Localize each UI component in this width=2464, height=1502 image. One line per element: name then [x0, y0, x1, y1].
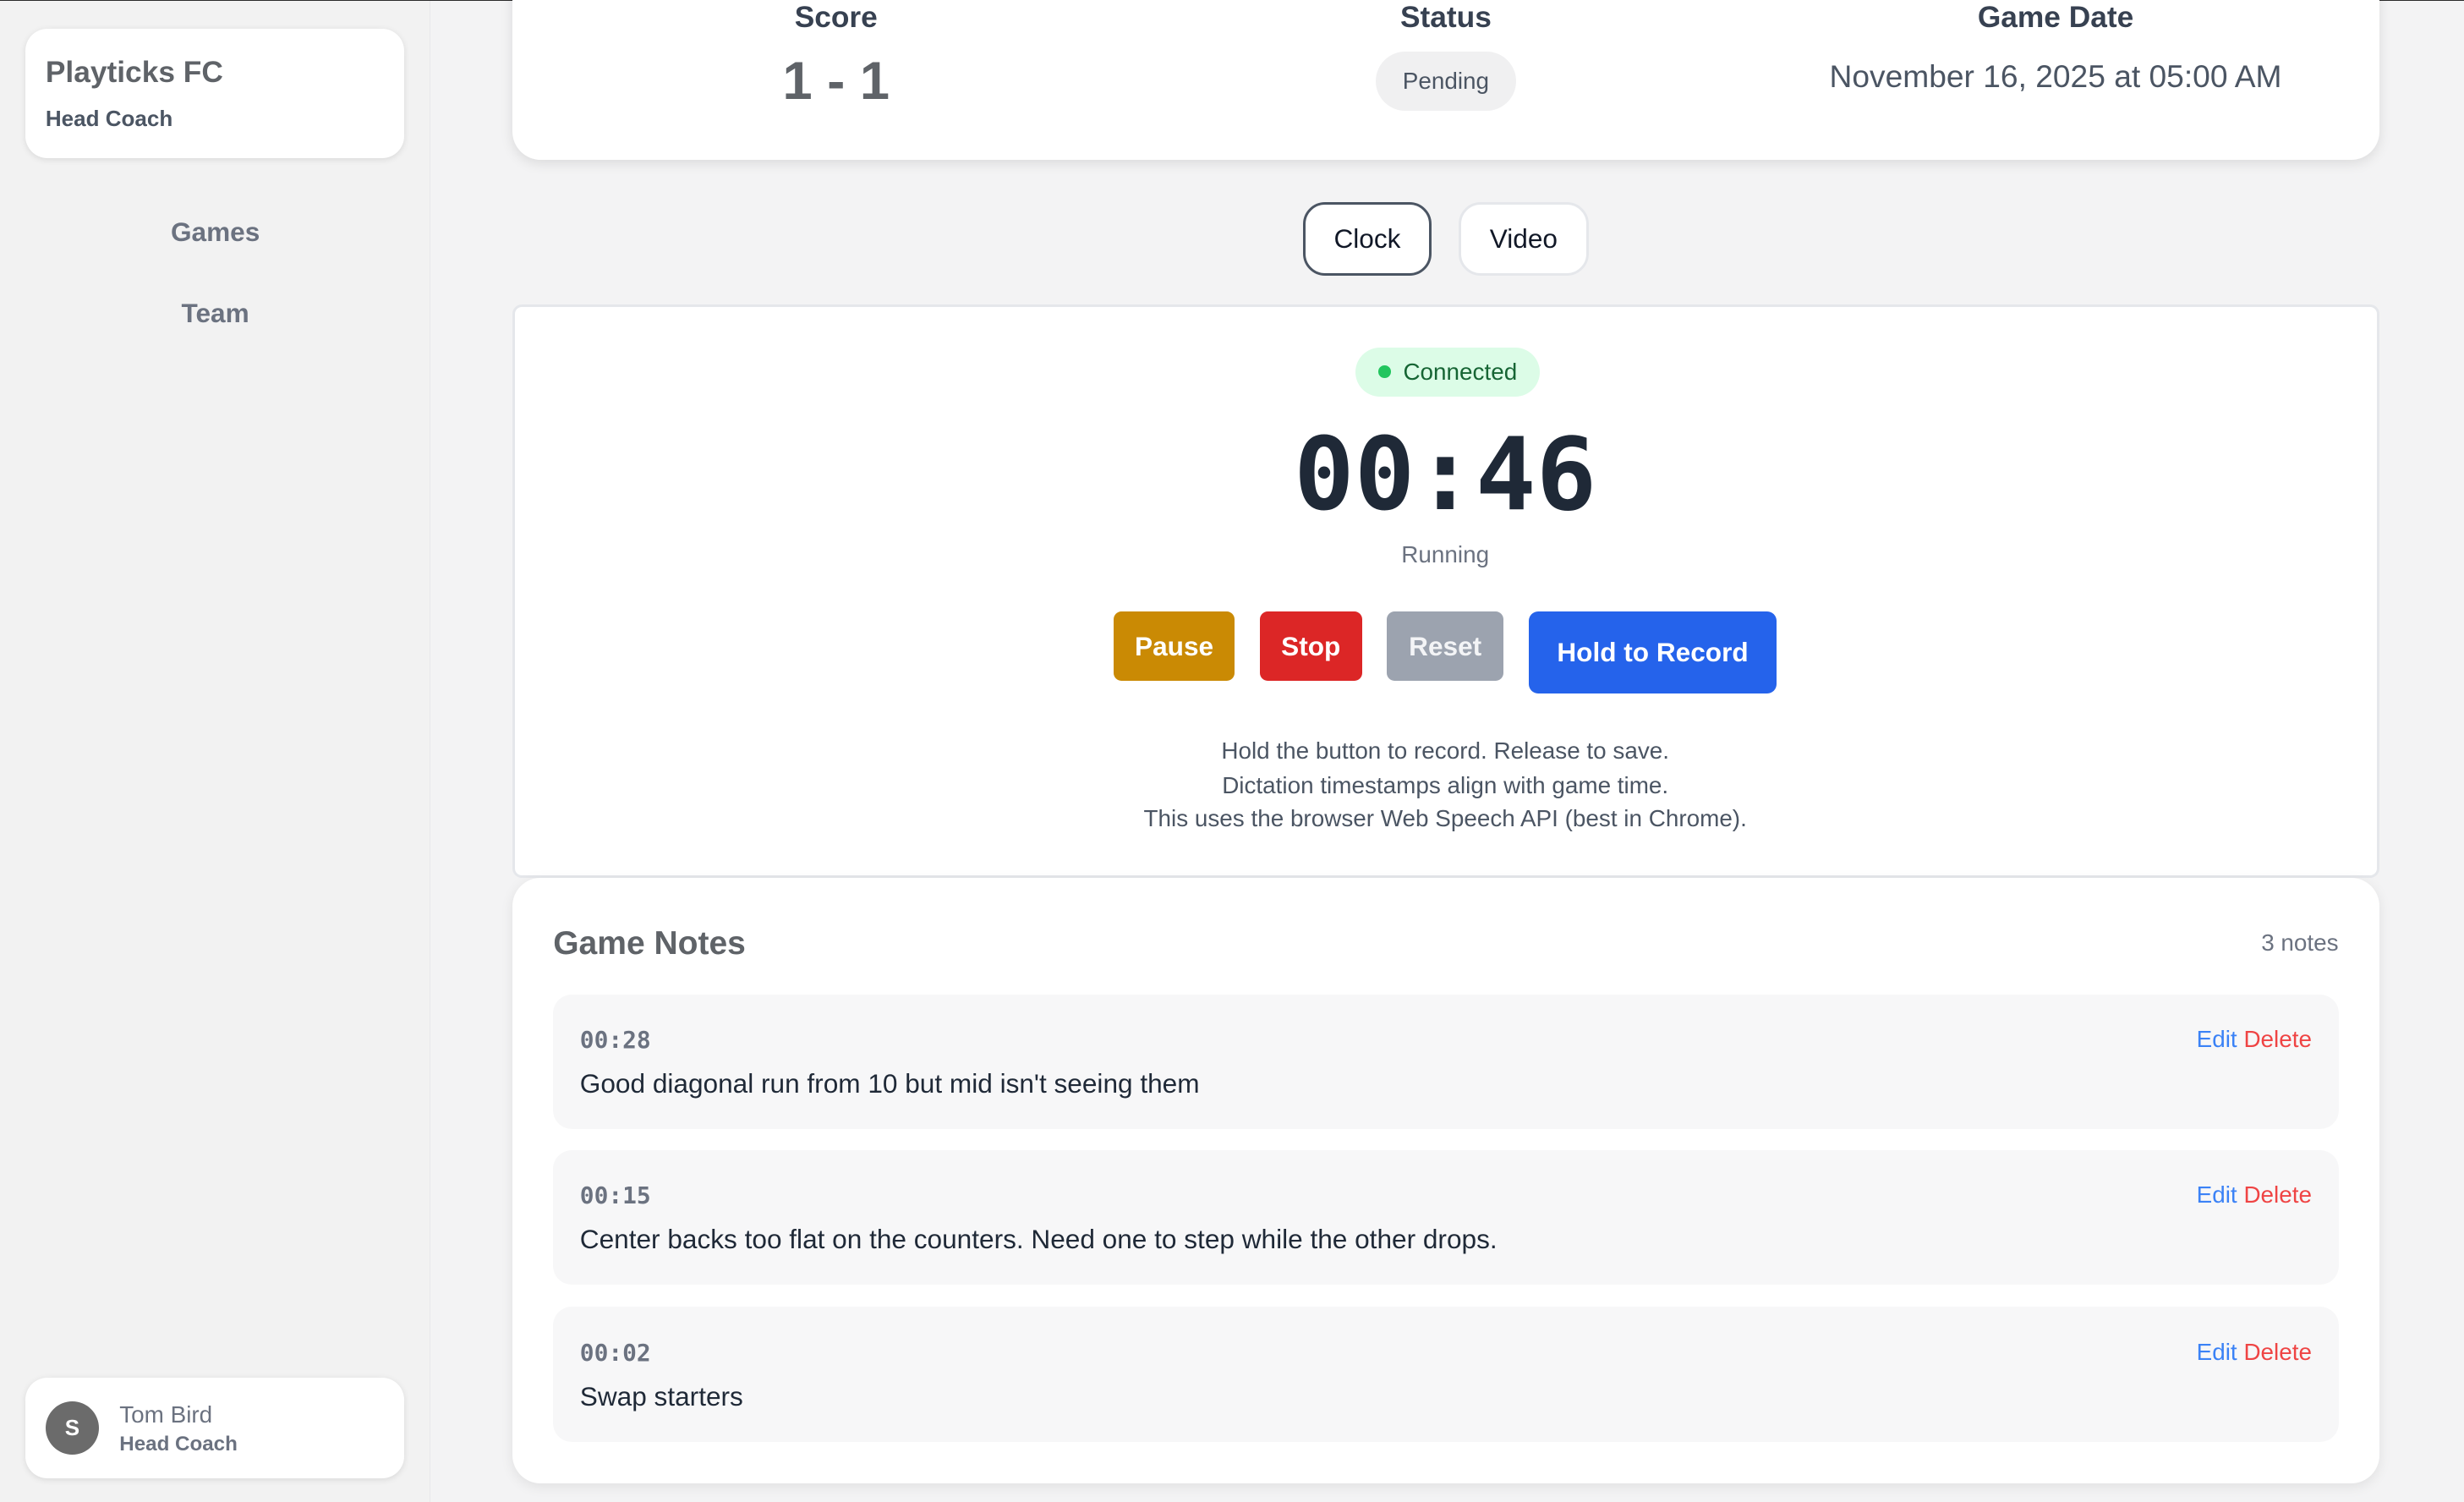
- sidebar-item-games[interactable]: Games: [0, 217, 430, 248]
- note-text: Swap starters: [579, 1380, 743, 1412]
- note-item: 00:15 Center backs too flat on the count…: [553, 1149, 2339, 1285]
- reset-button[interactable]: Reset: [1387, 611, 1503, 682]
- connection-badge: Connected: [1355, 348, 1540, 397]
- delete-note-button[interactable]: Delete: [2243, 1181, 2312, 1208]
- tab-video[interactable]: Video: [1458, 201, 1590, 277]
- sidebar-item-team[interactable]: Team: [0, 298, 430, 329]
- delete-note-button[interactable]: Delete: [2243, 1339, 2312, 1365]
- stop-button[interactable]: Stop: [1259, 611, 1362, 682]
- game-clock: 00:46: [1294, 416, 1597, 534]
- status-badge: Pending: [1376, 52, 1516, 111]
- user-role: Head Coach: [119, 1433, 238, 1456]
- note-item: 00:02 Swap starters Edit Delete: [553, 1307, 2339, 1443]
- user-card[interactable]: S Tom Bird Head Coach: [25, 1378, 404, 1479]
- game-notes-panel: Game Notes 3 notes 00:28 Good diagonal r…: [512, 878, 2379, 1483]
- help-text-speech-api: This uses the browser Web Speech API (be…: [1143, 804, 1747, 831]
- org-card[interactable]: Playticks FC Head Coach: [25, 29, 404, 158]
- date-value: November 16, 2025 at 05:00 AM: [1829, 58, 2282, 94]
- note-text: Center backs too flat on the counters. N…: [579, 1223, 1498, 1254]
- score-value: 1 - 1: [782, 51, 890, 111]
- note-item: 00:28 Good diagonal run from 10 but mid …: [553, 994, 2339, 1130]
- clock-state: Running: [1401, 540, 1490, 567]
- org-role: Head Coach: [45, 105, 173, 131]
- note-timestamp: 00:28: [579, 1025, 651, 1054]
- edit-note-button[interactable]: Edit: [2197, 1026, 2237, 1052]
- score-section: Score 1 - 1: [758, 1, 915, 112]
- sidebar: Playticks FC Head Coach Games Team S Tom…: [0, 1, 431, 1502]
- tab-clock[interactable]: Clock: [1302, 201, 1432, 277]
- app-page: Playticks FC Head Coach Games Team S Tom…: [0, 0, 2464, 1502]
- note-timestamp: 00:15: [579, 1181, 651, 1209]
- score-label: Score: [794, 1, 878, 34]
- delete-note-button[interactable]: Delete: [2243, 1026, 2312, 1052]
- edit-note-button[interactable]: Edit: [2197, 1181, 2237, 1208]
- notes-title: Game Notes: [553, 924, 746, 962]
- note-actions: Edit Delete: [2197, 1181, 2312, 1209]
- clock-panel: Connected 00:46 Running Pause Stop Reset…: [512, 304, 2379, 879]
- pause-button[interactable]: Pause: [1114, 611, 1235, 682]
- edit-note-button[interactable]: Edit: [2197, 1339, 2237, 1365]
- user-name: Tom Bird: [119, 1401, 213, 1428]
- avatar: S: [45, 1401, 100, 1455]
- help-text-timestamps: Dictation timestamps align with game tim…: [1222, 771, 1669, 798]
- date-section: Game Date November 16, 2025 at 05:00 AM: [1804, 1, 2308, 95]
- hold-to-record-button[interactable]: Hold to Record: [1528, 611, 1777, 693]
- note-text: Good diagonal run from 10 but mid isn't …: [579, 1067, 1200, 1099]
- org-name: Playticks FC: [45, 56, 223, 90]
- connection-label: Connected: [1403, 358, 1518, 385]
- note-timestamp: 00:02: [579, 1338, 651, 1367]
- help-text-record: Hold the button to record. Release to sa…: [1221, 737, 1669, 764]
- status-label: Status: [1399, 1, 1492, 34]
- notes-count: 3 notes: [2261, 929, 2339, 957]
- status-section: Status Pending: [1351, 1, 1540, 111]
- date-label: Game Date: [1977, 1, 2134, 34]
- note-actions: Edit Delete: [2197, 1026, 2312, 1053]
- game-info-card: Score 1 - 1 Status Pending Game Date Nov…: [512, 0, 2379, 160]
- status-dot-icon: [1377, 365, 1391, 379]
- note-actions: Edit Delete: [2197, 1339, 2312, 1366]
